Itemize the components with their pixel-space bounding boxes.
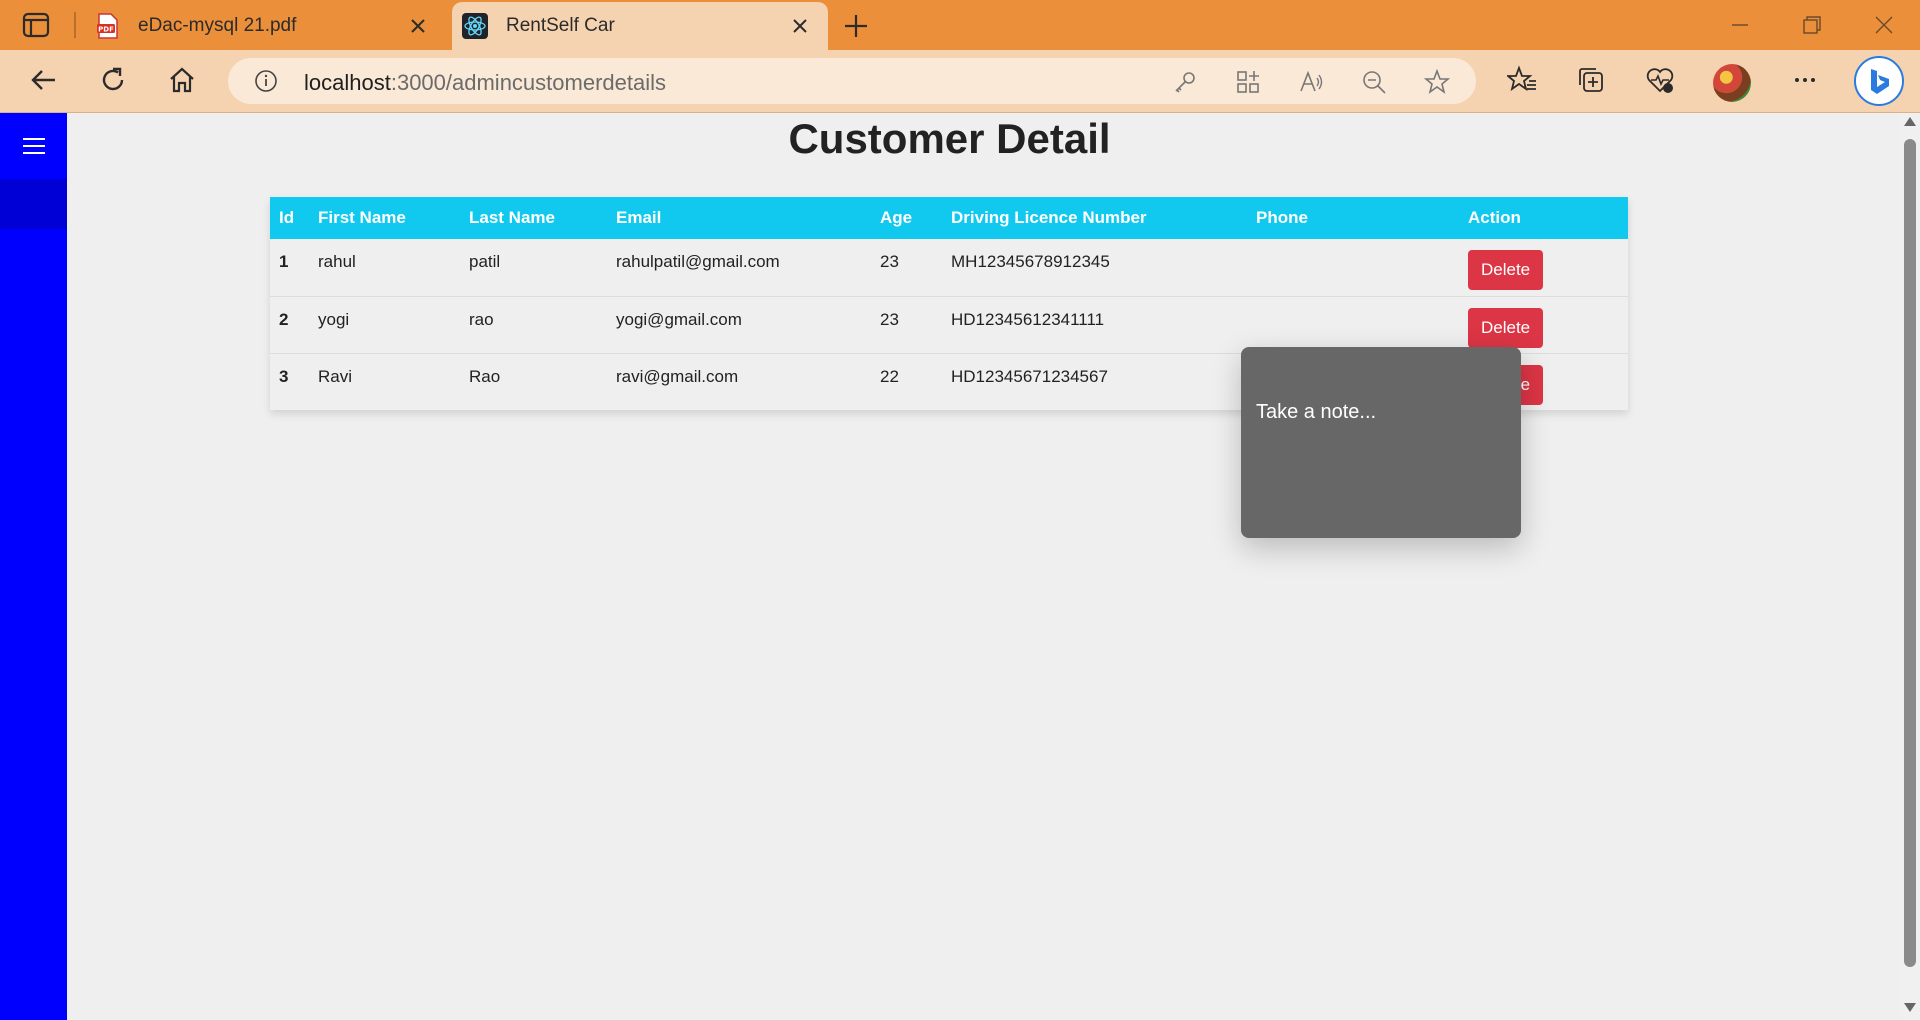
column-header-id: Id [279, 208, 295, 227]
react-icon [462, 13, 488, 39]
favorites-icon[interactable] [1507, 65, 1537, 95]
cell-id: 3 [279, 366, 289, 386]
scroll-up-arrow-icon[interactable] [1904, 117, 1916, 126]
url-path: :3000/admincustomerdetails [390, 70, 666, 95]
cell-email: ravi@gmail.com [616, 366, 739, 386]
url-text[interactable]: localhost:3000/admincustomerdetails [304, 70, 666, 96]
delete-button[interactable]: Delete [1468, 307, 1544, 348]
refresh-icon[interactable] [97, 64, 129, 96]
bing-icon [1871, 69, 1889, 94]
cell-last-name: patil [469, 252, 501, 271]
minimize-icon[interactable] [1729, 14, 1751, 36]
scrollbar-thumb[interactable] [1904, 139, 1916, 967]
scroll-down-arrow-icon[interactable] [1904, 1003, 1916, 1012]
bing-copilot-button[interactable] [1854, 56, 1904, 106]
delete-button[interactable]: Delete [1468, 250, 1544, 290]
cell-action: Delete [1459, 296, 1628, 353]
table-header-row: Id First Name Last Name Email Age Drivin… [270, 197, 1628, 239]
home-icon[interactable] [166, 64, 198, 96]
pdf-icon: PDF [97, 13, 118, 39]
sidebar [0, 113, 67, 1020]
tab-title-pdf: eDac-mysql 21.pdf [138, 15, 297, 36]
browser-tab-bar: PDF eDac-mysql 21.pdf RentSelf Car [0, 0, 1920, 50]
profile-avatar[interactable] [1713, 64, 1751, 102]
cell-first-name: yogi [318, 309, 350, 329]
tab-separator [74, 12, 76, 38]
zoom-out-icon[interactable] [1361, 69, 1387, 95]
cell-first-name: Ravi [318, 366, 353, 386]
note-input[interactable]: Take a note... [1256, 401, 1376, 424]
cell-id: 1 [279, 252, 289, 271]
note-popup[interactable]: Take a note... [1241, 347, 1521, 538]
key-icon[interactable] [1172, 69, 1198, 95]
collections-icon[interactable] [1576, 65, 1606, 95]
page-title: Customer Detail [788, 115, 1111, 162]
cell-last-name: Rao [469, 366, 501, 386]
tab-actions-icon[interactable] [22, 12, 50, 38]
cell-age: 22 [880, 366, 899, 386]
hamburger-menu-icon[interactable] [21, 135, 47, 157]
cell-last-name: rao [469, 309, 494, 329]
browser-toolbar: localhost:3000/admincustomerdetails [0, 50, 1920, 113]
sidebar-active-item[interactable] [0, 179, 67, 229]
svg-text:PDF: PDF [98, 26, 114, 34]
restore-icon[interactable] [1801, 14, 1823, 36]
cell-licence: HD12345671234567 [951, 366, 1108, 386]
page-scrollbar[interactable] [1900, 113, 1920, 1020]
column-header-email: Email [616, 208, 662, 227]
url-host: localhost [304, 70, 391, 95]
column-header-driving-licence: Driving Licence Number [951, 208, 1147, 227]
more-options-icon[interactable] [1790, 65, 1820, 95]
column-header-phone: Phone [1256, 208, 1308, 227]
cell-first-name: rahul [318, 252, 356, 271]
close-icon[interactable] [406, 14, 430, 38]
column-header-action: Action [1468, 208, 1521, 227]
cell-phone [1247, 296, 1459, 353]
back-icon[interactable] [28, 64, 60, 96]
address-bar[interactable]: localhost:3000/admincustomerdetails [228, 58, 1476, 104]
close-icon[interactable] [788, 14, 812, 38]
apps-icon[interactable] [1235, 69, 1261, 95]
cell-licence: MH12345678912345 [951, 252, 1110, 271]
column-header-age: Age [880, 208, 913, 227]
cell-licence: HD12345612341111 [951, 309, 1105, 329]
cell-action: Delete [1459, 239, 1628, 296]
cell-age: 23 [880, 252, 899, 271]
tab-rentself-car[interactable]: RentSelf Car [452, 2, 828, 50]
main-content: Customer Detail Id First Name Last Name … [67, 113, 1900, 1020]
tab-title-rentself: RentSelf Car [506, 15, 615, 36]
cell-email: yogi@gmail.com [616, 309, 742, 329]
new-tab-icon[interactable] [842, 12, 870, 40]
favorite-star-icon[interactable] [1424, 69, 1450, 95]
browser-essentials-icon[interactable] [1645, 65, 1675, 95]
column-header-last-name: Last Name [469, 208, 555, 227]
info-icon[interactable] [254, 69, 278, 93]
column-header-first-name: First Name [318, 208, 406, 227]
cell-email: rahulpatil@gmail.com [616, 252, 780, 271]
cell-id: 2 [279, 309, 289, 329]
read-aloud-icon[interactable] [1298, 69, 1324, 95]
cell-phone [1247, 239, 1459, 296]
window-close-icon[interactable] [1873, 14, 1895, 36]
table-row: 2 yogi rao yogi@gmail.com 23 HD123456123… [270, 296, 1628, 353]
tab-pdf[interactable]: PDF eDac-mysql 21.pdf [84, 2, 446, 50]
cell-age: 23 [880, 309, 899, 329]
table-row: 1 rahul patil rahulpatil@gmail.com 23 MH… [270, 239, 1628, 296]
